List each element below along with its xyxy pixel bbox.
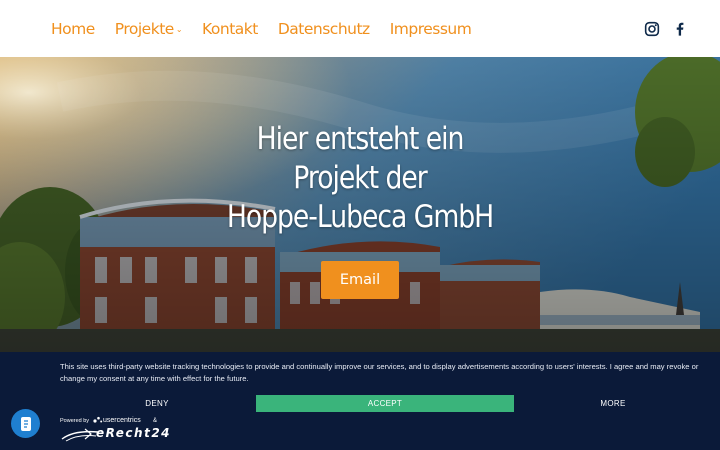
nav-home-link[interactable]: Home — [51, 20, 95, 38]
page: Home Projekte ⌄ Kontakt Datenschutz Impre… — [0, 0, 720, 450]
erecht24-label: eRecht24 — [96, 426, 172, 440]
usercentrics-icon — [93, 416, 103, 423]
nav-kontakt-link[interactable]: Kontakt — [202, 20, 258, 38]
top-navigation: Home Projekte ⌄ Kontakt Datenschutz Impre… — [0, 0, 720, 57]
cookie-consent-banner: This site uses third-party website track… — [0, 352, 720, 450]
hero-title-line: Projekt der — [293, 160, 427, 196]
more-button[interactable]: MORE — [514, 395, 712, 412]
hero-title: Hier entsteht ein Projekt der Hoppe-Lube… — [188, 120, 532, 237]
nav-impressum-link[interactable]: Impressum — [390, 20, 472, 38]
usercentrics-logo[interactable]: usercentrics — [93, 416, 141, 424]
deny-button[interactable]: DENY — [58, 395, 256, 412]
hero-title-line: Hoppe-Lubeca GmbH — [226, 199, 494, 235]
accept-button[interactable]: ACCEPT — [256, 395, 514, 412]
nav-projekte-label: Projekte — [114, 19, 175, 38]
chevron-down-icon: ⌄ — [175, 24, 183, 34]
fingerprint-icon — [20, 416, 31, 431]
ampersand: & — [153, 418, 158, 424]
instagram-icon[interactable] — [644, 21, 660, 37]
nav-projekte-link[interactable]: Projekte ⌄ — [114, 19, 183, 38]
hero-section: Hier entsteht ein Projekt der Hoppe-Lube… — [0, 57, 720, 353]
privacy-settings-button[interactable] — [11, 409, 40, 438]
usercentrics-label: usercentrics — [103, 416, 141, 424]
nav-datenschutz-link[interactable]: Datenschutz — [278, 20, 370, 38]
erecht24-swoosh-icon — [61, 428, 99, 442]
erecht24-logo[interactable]: eRecht24 — [60, 426, 215, 442]
powered-by-label: Powered by — [60, 418, 90, 424]
consent-description: This site uses third-party website track… — [60, 362, 699, 383]
facebook-icon[interactable] — [672, 21, 688, 37]
nav-links: Home Projekte ⌄ Kontakt Datenschutz Impre… — [51, 20, 491, 38]
social-links — [644, 21, 688, 37]
email-button[interactable]: Email — [321, 261, 399, 299]
hero-title-line: Hier entsteht ein — [256, 121, 465, 157]
